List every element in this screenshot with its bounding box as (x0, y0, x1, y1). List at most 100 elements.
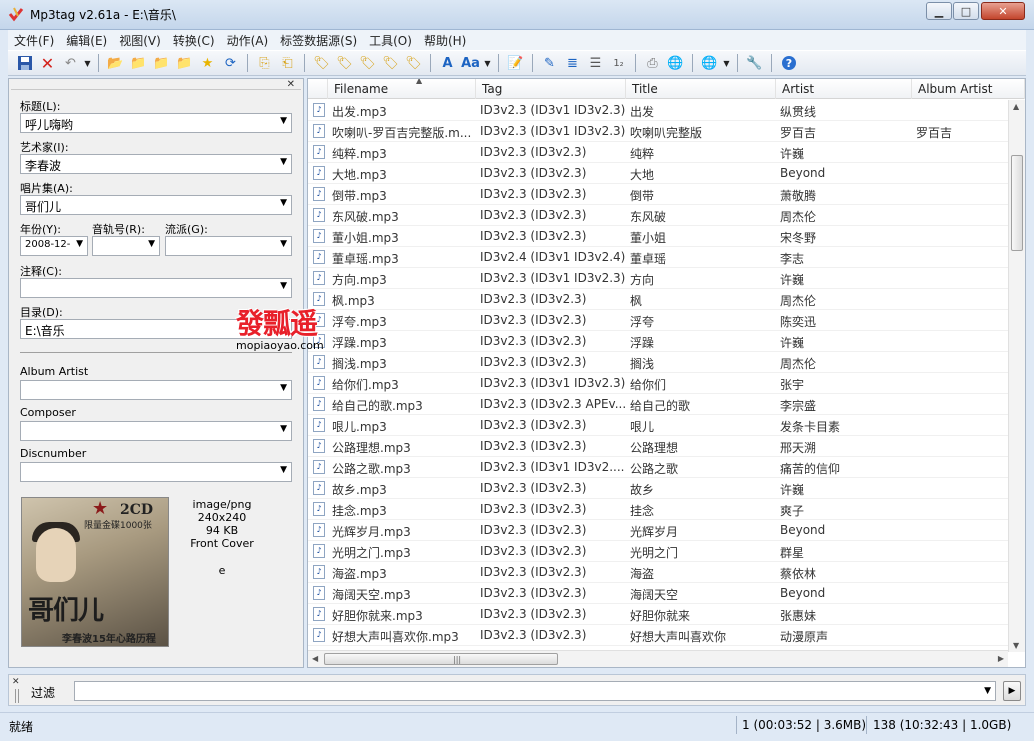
table-row[interactable]: ♪ 浮夸.mp3 ID3v2.3 (ID3v2.3) 浮夸 陈奕迅 (308, 310, 1008, 331)
artist-field[interactable]: 李春波 ▼ (20, 154, 292, 174)
print-icon[interactable]: ⎙ (642, 53, 663, 74)
chevron-down-icon[interactable]: ▼ (148, 239, 155, 249)
chevron-down-icon[interactable]: ▼ (280, 239, 287, 249)
table-row[interactable]: ♪ 故乡.mp3 ID3v2.3 (ID3v2.3) 故乡 许巍 (308, 478, 1008, 499)
vertical-scrollbar[interactable]: ▲ ▼ (1008, 100, 1025, 652)
album-field[interactable]: 哥们儿 ▼ (20, 195, 292, 215)
track-field[interactable]: ▼ (92, 236, 160, 256)
menu-item[interactable]: 动作(A) (221, 32, 275, 49)
table-row[interactable]: ♪ 倒带.mp3 ID3v2.3 (ID3v2.3) 倒带 萧敬腾 (308, 184, 1008, 205)
column-title[interactable]: Title (626, 79, 776, 99)
table-row[interactable]: ♪ 搁浅.mp3 ID3v2.3 (ID3v2.3) 搁浅 周杰伦 (308, 352, 1008, 373)
table-row[interactable]: ♪ 董小姐.mp3 ID3v2.3 (ID3v2.3) 董小姐 宋冬野 (308, 226, 1008, 247)
undo-icon[interactable]: ↶ (60, 53, 81, 74)
table-row[interactable]: ♪ 给你们.mp3 ID3v2.3 (ID3v1 ID3v2.3) 给你们 张宇 (308, 373, 1008, 394)
report-icon[interactable]: ☰ (585, 53, 606, 74)
help-icon[interactable]: ? (778, 53, 799, 74)
menu-item[interactable]: 视图(V) (113, 32, 167, 49)
album-artist-field[interactable]: ▼ (20, 380, 292, 400)
scroll-up-icon[interactable]: ▲ (1013, 102, 1019, 111)
table-row[interactable]: ♪ 哏儿.mp3 ID3v2.3 (ID3v2.3) 哏儿 发条卡目素 (308, 415, 1008, 436)
export-icon[interactable]: ✎ (539, 53, 560, 74)
chevron-down-icon[interactable]: ▼ (280, 424, 287, 434)
table-row[interactable]: ♪ 董卓瑶.mp3 ID3v2.4 (ID3v1 ID3v2.4) 董卓瑶 李志 (308, 247, 1008, 268)
menu-item[interactable]: 编辑(E) (60, 32, 113, 49)
playlist-icon[interactable]: ≣ (562, 53, 583, 74)
filter-close-icon[interactable]: ✕ (12, 677, 20, 687)
web-sources-icon[interactable]: 🌐 (699, 53, 720, 74)
column-filename[interactable]: Filename ▲ (328, 79, 476, 99)
column-album-artist[interactable]: Album Artist (912, 79, 1025, 99)
menu-item[interactable]: 文件(F) (8, 32, 60, 49)
title-field[interactable]: 呼儿嗨哟 ▼ (20, 113, 292, 133)
remove-tag-icon[interactable]: ✕ (37, 53, 58, 74)
filter-apply-button[interactable]: ▶ (1003, 681, 1021, 701)
filter-input[interactable]: ▼ (74, 681, 996, 701)
minimize-button[interactable]: ▁ (926, 2, 952, 20)
numbering-icon[interactable]: 1₂ (608, 53, 629, 74)
web-sources-dropdown-icon[interactable]: ▼ (722, 59, 731, 68)
save-icon[interactable] (14, 53, 35, 74)
chevron-down-icon[interactable]: ▼ (280, 116, 287, 126)
table-row[interactable]: ♪ 出发.mp3 ID3v2.3 (ID3v1 ID3v2.3) 出发 纵贯线 (308, 100, 1008, 121)
chevron-down-icon[interactable]: ▼ (280, 281, 287, 291)
year-field[interactable]: 2008-12- ▼ (20, 236, 88, 256)
column-tag[interactable]: Tag (476, 79, 626, 99)
menu-item[interactable]: 转换(C) (167, 32, 221, 49)
table-row[interactable]: ♪ 浮躁.mp3 ID3v2.3 (ID3v2.3) 浮躁 许巍 (308, 331, 1008, 352)
menu-item[interactable]: 帮助(H) (418, 32, 472, 49)
table-row[interactable]: ♪ 海盗.mp3 ID3v2.3 (ID3v2.3) 海盗 蔡依林 (308, 562, 1008, 583)
add-folder-icon[interactable]: 📁 (128, 53, 149, 74)
discnumber-field[interactable]: ▼ (20, 462, 292, 482)
composer-field[interactable]: ▼ (20, 421, 292, 441)
chevron-down-icon[interactable]: ▼ (280, 157, 287, 167)
tag-to-filename-icon[interactable]: 🏷 (311, 53, 332, 74)
edit-icon[interactable]: 📝 (505, 53, 526, 74)
chevron-down-icon[interactable]: ▼ (280, 465, 287, 475)
table-row[interactable]: ♪ 光辉岁月.mp3 ID3v2.3 (ID3v2.3) 光辉岁月 Beyond (308, 520, 1008, 541)
genre-field[interactable]: ▼ (165, 236, 292, 256)
folder-up-icon[interactable]: 📁 (174, 53, 195, 74)
header-icon-column[interactable] (308, 79, 328, 99)
scroll-left-icon[interactable]: ◀ (312, 654, 318, 663)
text-to-tag-icon[interactable]: 🏷 (357, 53, 378, 74)
undo-dropdown-icon[interactable]: ▼ (83, 59, 92, 68)
table-row[interactable]: ♪ 吹喇叭-罗百吉完整版.m... ID3v2.3 (ID3v1 ID3v2.3) 吹… (308, 121, 1008, 142)
table-row[interactable]: ♪ 东风破.mp3 ID3v2.3 (ID3v2.3) 东风破 周杰伦 (308, 205, 1008, 226)
tools-icon[interactable]: 🔧 (744, 53, 765, 74)
table-row[interactable]: ♪ 公路理想.mp3 ID3v2.3 (ID3v2.3) 公路理想 邢天溯 (308, 436, 1008, 457)
column-artist[interactable]: Artist (776, 79, 912, 99)
actions-icon[interactable]: Aa (460, 53, 481, 74)
chevron-down-icon[interactable]: ▼ (280, 383, 287, 393)
table-row[interactable]: ♪ 光明之门.mp3 ID3v2.3 (ID3v2.3) 光明之门 群星 (308, 541, 1008, 562)
table-row[interactable]: ♪ 好胆你就来.mp3 ID3v2.3 (ID3v2.3) 好胆你就来 张惠妹 (308, 604, 1008, 625)
case-convert-icon[interactable]: A (437, 53, 458, 74)
favorite-folder-icon[interactable]: 📁 (151, 53, 172, 74)
actions-dropdown-icon[interactable]: ▼ (483, 59, 492, 68)
table-row[interactable]: ♪ 枫.mp3 ID3v2.3 (ID3v2.3) 枫 周杰伦 (308, 289, 1008, 310)
close-button[interactable]: ✕ (981, 2, 1025, 20)
album-cover-image[interactable]: ★ 2CD 限量金碟1000张 哥们儿 李春波15年心路历程 (21, 497, 169, 647)
table-row[interactable]: ♪ 大地.mp3 ID3v2.3 (ID3v2.3) 大地 Beyond (308, 163, 1008, 184)
scroll-thumb[interactable] (1011, 155, 1023, 251)
table-row[interactable]: ♪ 公路之歌.mp3 ID3v2.3 (ID3v1 ID3v2.... 公路之歌 痛苦的… (308, 457, 1008, 478)
tag-to-text-icon[interactable]: 🏷 (380, 53, 401, 74)
chevron-down-icon[interactable]: ▼ (76, 239, 83, 249)
scroll-right-icon[interactable]: ▶ (998, 654, 1004, 663)
menu-item[interactable]: 工具(O) (363, 32, 418, 49)
scroll-down-icon[interactable]: ▼ (1013, 641, 1019, 650)
horizontal-scrollbar[interactable]: ◀ ||| ▶ (308, 650, 1008, 667)
copy-tag-icon[interactable]: ⎘ (254, 53, 275, 74)
table-row[interactable]: ♪ 好想大声叫喜欢你.mp3 ID3v2.3 (ID3v2.3) 好想大声叫喜欢你 动漫… (308, 625, 1008, 646)
table-row[interactable]: ♪ 纯粹.mp3 ID3v2.3 (ID3v2.3) 纯粹 许巍 (308, 142, 1008, 163)
globe-icon[interactable]: 🌐 (665, 53, 686, 74)
open-folder-icon[interactable]: 📂 (105, 53, 126, 74)
table-row[interactable]: ♪ 方向.mp3 ID3v2.3 (ID3v1 ID3v2.3) 方向 许巍 (308, 268, 1008, 289)
chevron-down-icon[interactable]: ▼ (984, 686, 991, 696)
maximize-button[interactable]: □ (953, 2, 979, 20)
refresh-icon[interactable]: ⟳ (220, 53, 241, 74)
hscroll-thumb[interactable]: ||| (324, 653, 558, 665)
table-row[interactable]: ♪ 给自己的歌.mp3 ID3v2.3 (ID3v2.3 APEv... 给自己的歌 李… (308, 394, 1008, 415)
chevron-down-icon[interactable]: ▼ (280, 198, 287, 208)
menu-item[interactable]: 标签数据源(S) (274, 32, 363, 49)
